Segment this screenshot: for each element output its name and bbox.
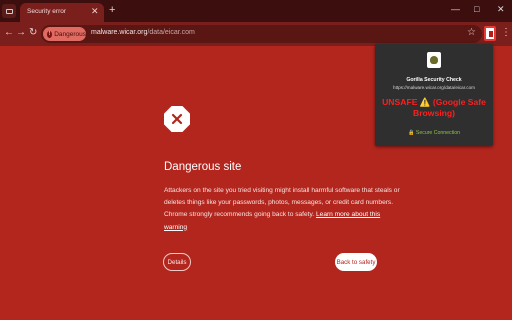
popup-url: https://malware.wicar.org/data/eicar.com xyxy=(393,85,475,90)
address-bar[interactable]: ! Dangerous malware.wicar.org/data/eicar… xyxy=(41,25,482,43)
extension-popup: Gorilla Security Check https://malware.w… xyxy=(375,44,493,146)
safety-verdict: UNSAFE ⚠️ (Google Safe Browsing) xyxy=(382,97,486,118)
tab-close-icon[interactable]: ✕ xyxy=(91,5,99,17)
tab-security-error[interactable]: Security error ✕ xyxy=(20,3,104,22)
danger-chip-icon: ! xyxy=(47,30,53,38)
star-icon[interactable]: ☆ xyxy=(467,27,476,38)
gorilla-logo-icon xyxy=(427,52,441,68)
browser-app-icon[interactable] xyxy=(2,4,16,18)
url-text: malware.wicar.org/data/eicar.com xyxy=(91,29,195,36)
chip-label: Dangerous xyxy=(54,30,86,38)
url-path: /data/eicar.com xyxy=(147,29,195,36)
secure-connection-status: 🔒 Secure Connection xyxy=(407,130,461,136)
reload-icon[interactable]: ↻ xyxy=(29,27,37,39)
tab-strip: Security error ✕ + — □ ✕ xyxy=(0,0,512,22)
back-to-safety-button[interactable]: Back to safety xyxy=(335,253,377,271)
forward-icon[interactable]: → xyxy=(16,27,26,39)
menu-icon[interactable]: ⋮ xyxy=(501,26,511,40)
details-button[interactable]: Details xyxy=(163,253,191,271)
minimize-icon[interactable]: — xyxy=(451,3,460,15)
back-icon[interactable]: ← xyxy=(4,27,14,39)
page-title: Dangerous site xyxy=(164,161,242,173)
new-tab-button[interactable]: + xyxy=(109,4,115,16)
warning-body: Attackers on the site you tried visiting… xyxy=(164,185,404,234)
maximize-icon[interactable]: □ xyxy=(474,3,479,15)
tab-title: Security error xyxy=(27,8,67,15)
browser-toolbar: ← → ↻ ! Dangerous malware.wicar.org/data… xyxy=(0,22,512,46)
url-host: malware.wicar.org xyxy=(91,29,148,36)
popup-title: Gorilla Security Check xyxy=(406,77,462,83)
window-close-icon[interactable]: ✕ xyxy=(497,3,505,15)
dangerous-site-chip[interactable]: ! Dangerous xyxy=(43,27,86,41)
gorilla-extension-icon[interactable] xyxy=(484,26,496,41)
warning-octagon-icon xyxy=(164,106,190,132)
